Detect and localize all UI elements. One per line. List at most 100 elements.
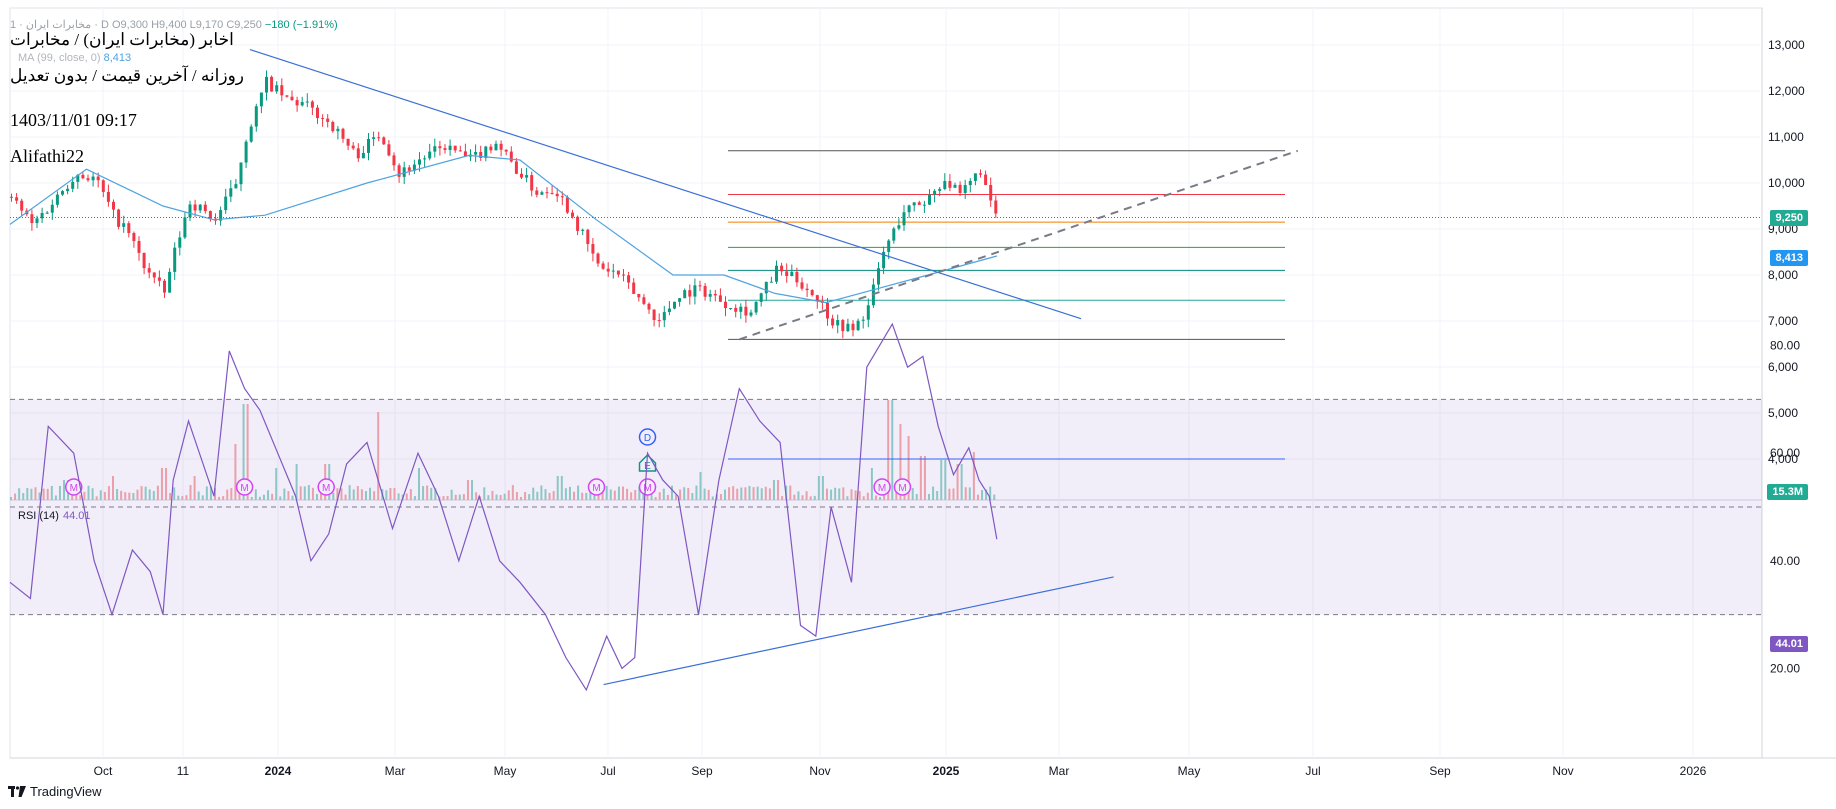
rsi-tick-label: 80.00 bbox=[1770, 339, 1800, 353]
candle-body bbox=[861, 319, 865, 321]
candle-body bbox=[280, 85, 284, 96]
candle-body bbox=[667, 308, 671, 313]
candle-body bbox=[591, 244, 595, 254]
candle-body bbox=[795, 271, 799, 283]
candle-body bbox=[718, 295, 722, 302]
time-tick-label: Nov bbox=[1552, 764, 1573, 778]
candle-body bbox=[152, 272, 156, 278]
price-tick-label: 13,000 bbox=[1768, 38, 1805, 52]
time-tick-label: 2024 bbox=[265, 764, 292, 778]
candle-body bbox=[86, 178, 90, 181]
price-tick-label: 5,000 bbox=[1768, 406, 1798, 420]
candle-body bbox=[514, 161, 518, 174]
candle-body bbox=[698, 285, 702, 287]
candle-body bbox=[112, 201, 115, 210]
candle-body bbox=[453, 145, 457, 151]
candle-body bbox=[729, 307, 733, 309]
candle-body bbox=[601, 263, 605, 269]
candle-body bbox=[565, 197, 569, 213]
time-tick-label: 2026 bbox=[1680, 764, 1707, 778]
candle-body bbox=[310, 101, 314, 108]
rsi-tag: 44.01 bbox=[1770, 636, 1808, 652]
candle-body bbox=[703, 285, 707, 297]
candle-body bbox=[224, 196, 228, 211]
candle-body bbox=[234, 184, 238, 189]
candle-body bbox=[933, 190, 937, 195]
tradingview-brand[interactable]: TradingView bbox=[8, 784, 102, 799]
candle-body bbox=[963, 185, 967, 193]
rsi-value: 44.01 bbox=[62, 510, 91, 522]
candle-body bbox=[372, 137, 376, 139]
candle-body bbox=[270, 76, 274, 92]
candle-body bbox=[611, 270, 615, 272]
candle-body bbox=[127, 223, 131, 234]
candle-body bbox=[994, 200, 998, 214]
candle-body bbox=[968, 180, 972, 186]
candle-body bbox=[361, 152, 365, 159]
candle-body bbox=[193, 204, 197, 211]
candle-body bbox=[392, 155, 396, 166]
candle-body bbox=[657, 320, 661, 322]
ma-legend: MA (99, close, 0) 8,413 bbox=[18, 52, 131, 64]
candle-body bbox=[769, 281, 773, 283]
ma-price-tag: 8,413 bbox=[1770, 250, 1808, 266]
candle-body bbox=[606, 268, 610, 272]
candle-body bbox=[616, 270, 620, 275]
candle-body bbox=[831, 318, 835, 326]
ascending-dashed-line bbox=[738, 149, 1299, 341]
candle-body bbox=[351, 145, 355, 149]
candle-body bbox=[627, 275, 631, 283]
candle-body bbox=[132, 233, 136, 242]
chart-canvas[interactable]: 4,0005,0006,0007,0008,0009,00010,00011,0… bbox=[0, 0, 1836, 809]
candle-body bbox=[122, 223, 126, 227]
candle-body bbox=[356, 148, 360, 159]
candle-body bbox=[754, 301, 758, 313]
candle-body bbox=[632, 282, 636, 294]
candle-body bbox=[790, 271, 794, 276]
time-tick-label: Sep bbox=[691, 764, 713, 778]
candle-body bbox=[423, 158, 427, 160]
chart-datetime: 1403/11/01 09:17 bbox=[10, 110, 137, 130]
candle-body bbox=[494, 143, 498, 151]
ma-value: 8,413 bbox=[103, 52, 132, 64]
candle-body bbox=[509, 151, 513, 162]
candle-body bbox=[178, 237, 182, 248]
candle-body bbox=[810, 290, 814, 296]
rsi-tick-label: 20.00 bbox=[1770, 661, 1800, 675]
candle-body bbox=[652, 309, 656, 321]
candle-body bbox=[979, 173, 982, 175]
candle-body bbox=[173, 247, 177, 272]
candle-body bbox=[504, 149, 508, 152]
candle-body bbox=[540, 192, 544, 195]
time-tick-label: Mar bbox=[385, 764, 406, 778]
candle-body bbox=[321, 118, 325, 120]
candle-body bbox=[989, 184, 993, 201]
rsi-tick-label: 60.00 bbox=[1770, 446, 1800, 460]
candle-body bbox=[433, 146, 437, 152]
candle-body bbox=[525, 175, 529, 178]
author-name: Alifathi22 bbox=[10, 146, 84, 166]
time-tick-label: Mar bbox=[1049, 764, 1070, 778]
candle-body bbox=[157, 277, 161, 281]
candle-body bbox=[168, 271, 172, 293]
candle-body bbox=[897, 225, 901, 229]
candle-body bbox=[555, 193, 559, 197]
candle-body bbox=[448, 145, 452, 150]
candle-body bbox=[744, 306, 748, 316]
candle-body bbox=[764, 281, 768, 294]
candle-body bbox=[785, 271, 789, 276]
candle-body bbox=[346, 138, 350, 146]
time-tick-label: 2025 bbox=[933, 764, 960, 778]
candle-body bbox=[877, 268, 880, 285]
candle-body bbox=[285, 95, 289, 97]
candle-body bbox=[907, 205, 911, 213]
chart-title: اخابر (مخابرات ایران) / مخابرات bbox=[10, 30, 234, 49]
candle-body bbox=[953, 184, 957, 188]
candle-body bbox=[642, 297, 646, 304]
candle-body bbox=[780, 265, 784, 272]
candle-body bbox=[841, 320, 845, 332]
price-tick-label: 11,000 bbox=[1768, 130, 1804, 144]
rsi-tick-label: 40.00 bbox=[1770, 554, 1800, 568]
time-tick-label: May bbox=[1178, 764, 1201, 778]
candle-body bbox=[662, 312, 666, 321]
